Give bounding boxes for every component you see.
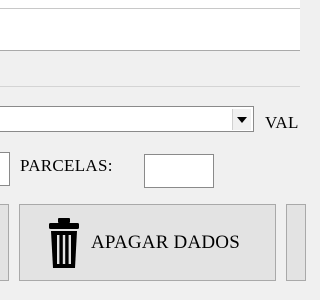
combo-dropdown-button[interactable]: [232, 109, 251, 130]
left-action-button[interactable]: [0, 204, 9, 281]
left-text-field[interactable]: [0, 152, 10, 186]
valor-label: VAL: [265, 113, 299, 132]
parcelas-field[interactable]: [144, 154, 214, 188]
section-divider: [0, 51, 300, 87]
right-action-button[interactable]: [286, 204, 306, 281]
combo-box[interactable]: [0, 106, 254, 132]
chevron-down-icon: [237, 116, 247, 123]
delete-data-button[interactable]: APAGAR DADOS: [19, 204, 276, 281]
top-input-edge: [0, 0, 300, 9]
parcelas-label: PARCELAS:: [20, 156, 113, 175]
delete-data-label: APAGAR DADOS: [91, 231, 240, 253]
trash-icon: [49, 217, 79, 268]
